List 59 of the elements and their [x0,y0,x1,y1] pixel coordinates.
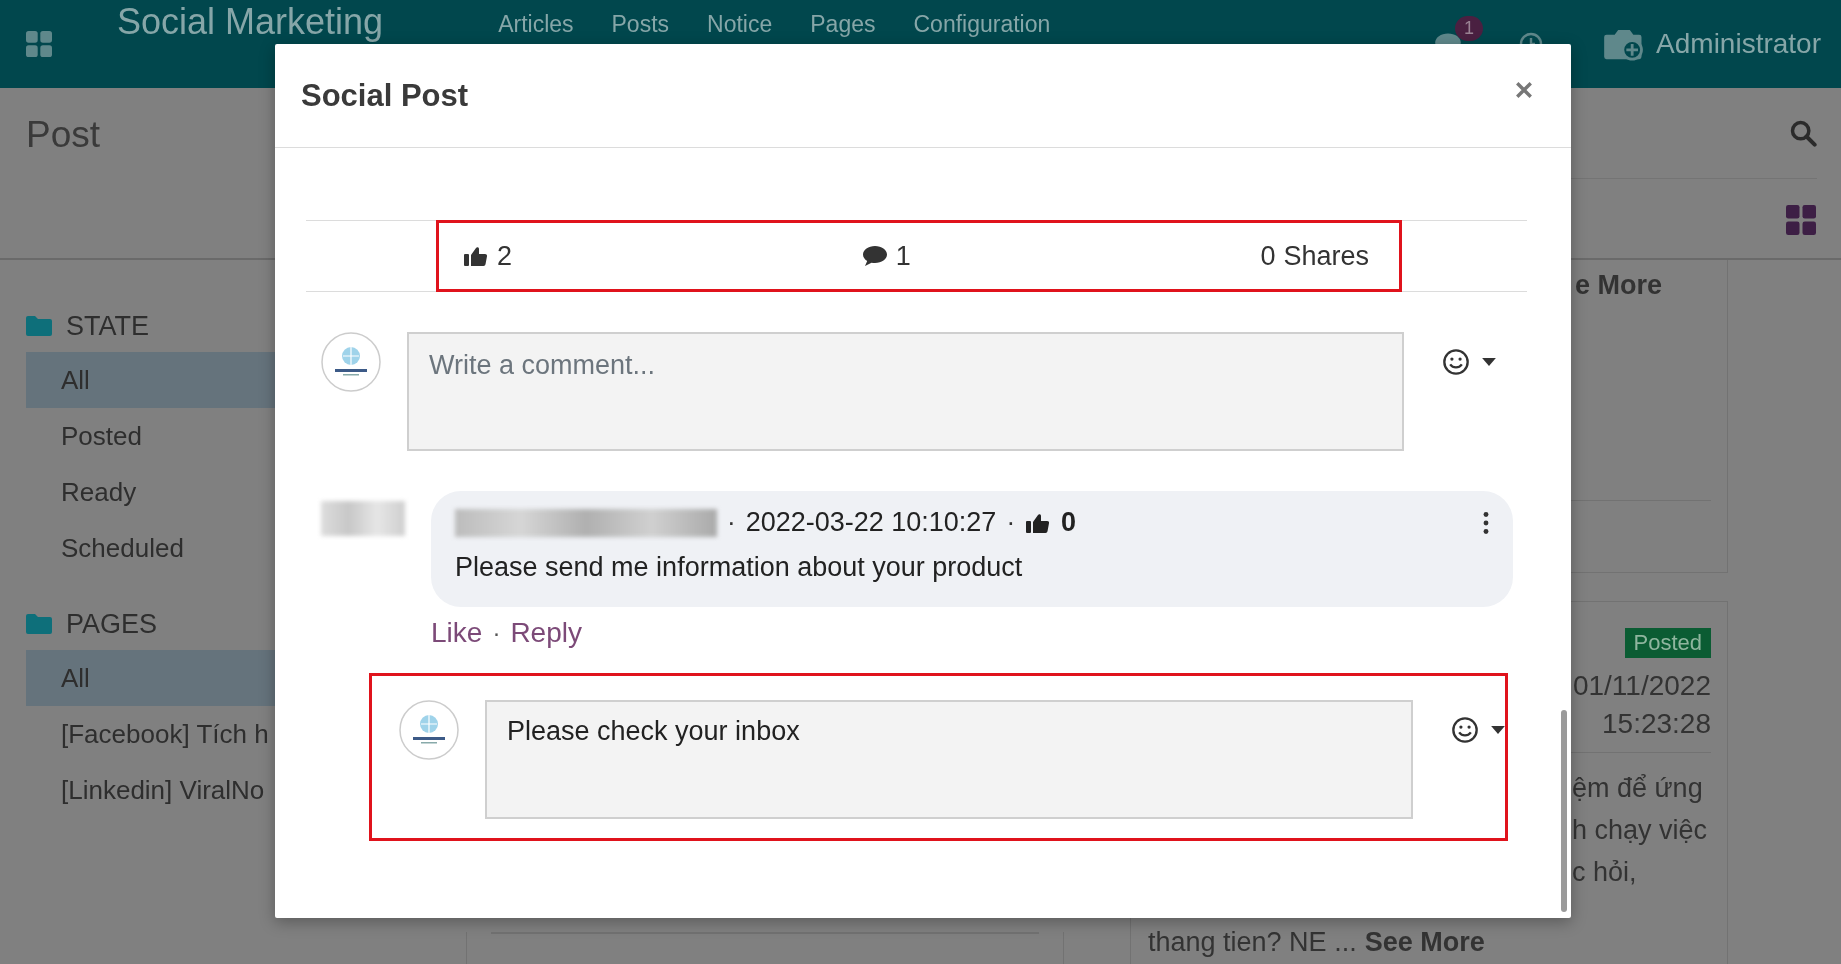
comment-action-link[interactable]: Reply [510,617,582,649]
like-count: 2 [497,240,513,272]
filter-item[interactable]: All [26,650,275,706]
separator-dot: · [492,619,501,647]
smiley-icon[interactable] [1442,348,1470,376]
folder-icon [26,316,52,336]
menu-item[interactable]: Posts [611,10,670,38]
smiley-icon[interactable] [1451,716,1479,744]
filter-item[interactable]: [Linkedin] ViralNo [26,762,275,818]
filter-item[interactable]: Posted [26,408,275,464]
post-text-line: c hỏi, [1572,856,1638,889]
separator-dot: · [727,507,736,538]
page-title: Post [26,114,101,156]
separator-dot: · [1006,507,1016,538]
post-text-line: ệm để ứng [1572,772,1704,805]
caret-icon[interactable] [1482,358,1496,366]
share-count: 0 [1260,240,1276,272]
reply-field[interactable]: Please check your inbox [485,700,1413,819]
apps-menu-icon[interactable] [26,31,52,57]
filter-item[interactable]: Ready [26,464,275,520]
comment-field[interactable]: Write a comment... [407,332,1404,451]
filter-item[interactable]: Scheduled [26,520,275,576]
close-icon[interactable] [1515,80,1533,99]
comment-action-link[interactable]: Like [431,617,483,649]
comment-count: 1 [895,240,911,272]
see-more-link[interactable]: See More [1364,927,1485,958]
menu-item[interactable]: Articles [498,10,574,38]
thumbs-up-icon [463,245,489,267]
scrollbar-thumb[interactable] [1561,710,1567,912]
message-count-badge: 1 [1455,16,1484,41]
filter-item[interactable]: All [26,352,275,408]
comment-icon [861,245,888,267]
menu-item[interactable]: Notice [707,10,773,38]
company-logo-avatar [399,700,459,760]
user-name[interactable]: Administrator [1656,28,1821,60]
menu-item[interactable]: Configuration [913,10,1051,38]
search-icon[interactable] [1789,119,1817,147]
dialog-title: Social Post [301,77,469,114]
post-date: 01/11/2022 [1572,670,1711,702]
section-title: STATE [66,310,149,342]
company-logo-avatar [321,332,381,392]
more-options-icon[interactable] [1483,511,1489,534]
folder-icon [26,614,52,634]
shares-label: Shares [1283,240,1369,272]
comment-like-count: 0 [1061,507,1077,538]
menu-item[interactable]: Pages [810,10,876,38]
kanban-view-icon[interactable] [1785,205,1817,235]
thumbs-up-icon [1025,511,1052,534]
post-text-line: thang tien? NE ... [1148,927,1357,958]
caret-icon[interactable] [1491,726,1505,734]
comment-text: Please send me information about your product [455,552,1024,583]
post-text-line: h chạy việc [1572,814,1709,847]
see-more-link[interactable]: e More [1575,270,1663,300]
section-title: PAGES [66,608,158,640]
status-badge: Posted [1624,628,1711,658]
comment-date: 2022-03-22 10:10:27 [745,507,997,538]
post-time: 15:23:28 [1602,708,1711,740]
app-title: Social Marketing [117,2,384,42]
filter-item[interactable]: [Facebook] Tích h [26,706,275,762]
